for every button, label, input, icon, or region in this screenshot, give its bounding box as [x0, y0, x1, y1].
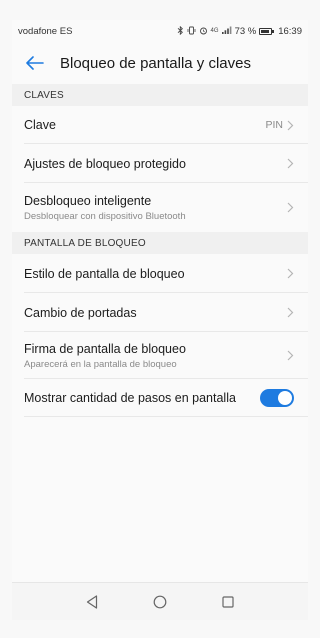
arrow-left-icon[interactable]: [24, 52, 46, 74]
section-header-pantalla-de-bloqueo: PANTALLA DE BLOQUEO: [12, 232, 308, 254]
toggle-knob: [278, 391, 292, 405]
status-icons: 4G 73 % 16:39: [177, 26, 302, 37]
chevron-right-icon: [287, 158, 294, 169]
recents-square-icon[interactable]: [220, 594, 236, 610]
row-subtitle: Desbloquear con dispositivo Bluetooth: [24, 210, 186, 222]
chevron-right-icon: [287, 202, 294, 213]
row-value: PIN: [265, 119, 283, 131]
chevron-right-icon: [287, 350, 294, 361]
section-header-claves: CLAVES: [12, 84, 308, 106]
alarm-icon: [199, 26, 208, 37]
status-bar: vodafone ES 4G 73 % 16:39: [12, 20, 308, 42]
row-text: Clave: [24, 118, 56, 132]
row-title: Estilo de pantalla de bloqueo: [24, 266, 185, 281]
row-title: Ajustes de bloqueo protegido: [24, 156, 186, 171]
chevron-right-icon: [287, 307, 294, 318]
row-text: Mostrar cantidad de pasos en pantalla: [24, 391, 236, 405]
row-right: [287, 268, 294, 279]
row-clave[interactable]: Clave PIN: [12, 106, 308, 144]
row-text: Cambio de portadas: [24, 306, 137, 320]
row-text: Ajustes de bloqueo protegido: [24, 157, 186, 171]
chevron-right-icon: [287, 268, 294, 279]
row-cambio-de-portadas[interactable]: Cambio de portadas: [12, 293, 308, 332]
screen: vodafone ES 4G 73 % 16:39 Bloqueo de pan…: [12, 20, 308, 620]
signal-icon: [221, 26, 232, 36]
row-title: Firma de pantalla de bloqueo: [24, 341, 186, 356]
row-text: Firma de pantalla de bloqueo Aparecerá e…: [24, 342, 186, 370]
row-right: [287, 307, 294, 318]
row-firma-pantalla-bloqueo[interactable]: Firma de pantalla de bloqueo Aparecerá e…: [12, 332, 308, 379]
row-right: [287, 158, 294, 169]
vibrate-icon: [187, 26, 196, 37]
row-mostrar-cantidad-pasos: Mostrar cantidad de pasos en pantalla: [12, 379, 308, 417]
signal-label: 4G: [210, 28, 219, 34]
row-right: [287, 202, 294, 213]
row-text: Desbloqueo inteligente Desbloquear con d…: [24, 194, 186, 222]
row-title: Mostrar cantidad de pasos en pantalla: [24, 391, 236, 405]
row-title: Desbloqueo inteligente: [24, 193, 152, 208]
battery-icon: [259, 27, 275, 35]
row-title: Cambio de portadas: [24, 305, 137, 320]
home-circle-icon[interactable]: [152, 594, 168, 610]
phone-frame: vodafone ES 4G 73 % 16:39 Bloqueo de pan…: [0, 0, 320, 638]
clock: 16:39: [278, 25, 302, 37]
row-title: Clave: [24, 118, 56, 132]
bluetooth-icon: [177, 25, 184, 37]
row-estilo-pantalla-bloqueo[interactable]: Estilo de pantalla de bloqueo: [12, 254, 308, 293]
row-right: [287, 350, 294, 361]
row-desbloqueo-inteligente[interactable]: Desbloqueo inteligente Desbloquear con d…: [12, 183, 308, 232]
row-ajustes-bloqueo-protegido[interactable]: Ajustes de bloqueo protegido: [12, 144, 308, 183]
row-text: Estilo de pantalla de bloqueo: [24, 267, 185, 281]
battery-percent: 73 %: [234, 25, 257, 37]
chevron-right-icon: [287, 120, 294, 130]
back-triangle-icon[interactable]: [84, 594, 100, 610]
navigation-bar: [12, 582, 308, 620]
page-title: Bloqueo de pantalla y claves: [60, 54, 251, 72]
steps-toggle[interactable]: [260, 389, 294, 407]
app-bar: Bloqueo de pantalla y claves: [12, 42, 308, 84]
row-subtitle: Aparecerá en la pantalla de bloqueo: [24, 358, 177, 370]
carrier-label: vodafone ES: [18, 25, 73, 37]
row-right: PIN: [265, 119, 294, 131]
